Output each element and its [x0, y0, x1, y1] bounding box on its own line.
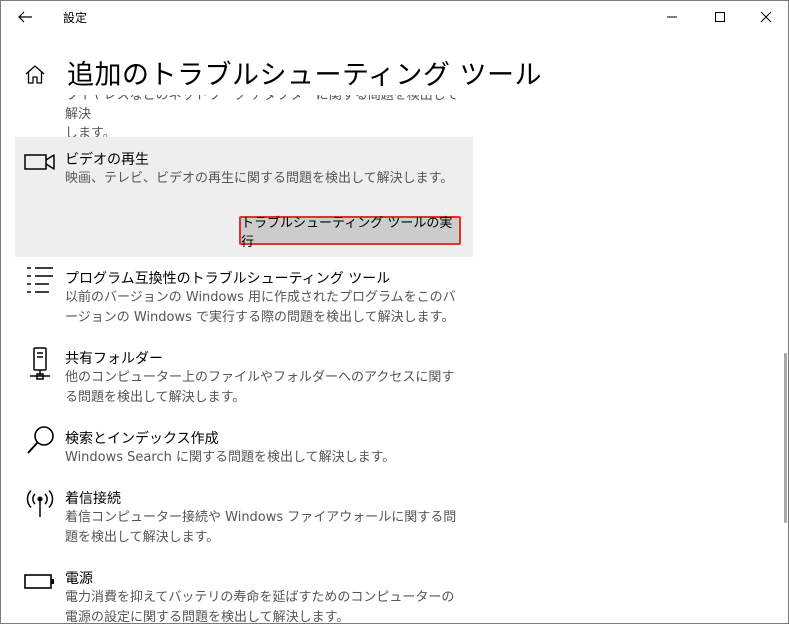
run-troubleshooter-button[interactable]: トラブルシューティング ツールの実行: [239, 216, 461, 250]
video-camera-icon: [23, 151, 57, 185]
back-button[interactable]: [9, 3, 41, 31]
minimize-button[interactable]: [649, 1, 695, 33]
back-arrow-icon: [18, 11, 32, 23]
list-item-desc: 他のコンピューター上のファイルやフォルダーへのアクセスに関する問題を検出して解決…: [65, 370, 455, 405]
list-item-title: 共有フォルダー: [65, 351, 163, 367]
title-bar: 設定: [1, 1, 788, 33]
list-item-search-indexing[interactable]: 検索とインデックス作成 Windows Search に関する問題を検出して解決…: [15, 425, 473, 473]
list-item-video-playback[interactable]: ビデオの再生 映画、テレビ、ビデオの再生に関する問題を検出して解決します。 トラ…: [15, 137, 473, 257]
list-item-desc: 以前のバージョンの Windows 用に作成されたプログラムをこのバージョンの …: [65, 290, 456, 325]
list-item-power[interactable]: 電源 電力消費を抑えてバッテリの寿命を延ばすためのコンピューターの電源の設定に関…: [15, 565, 473, 624]
troubleshooter-list: ワイヤレスなどのネットワーク アダプターに関する問題を検出して解決 します。 ビ…: [1, 95, 771, 624]
close-button[interactable]: [743, 1, 789, 33]
list-item-title: 着信接続: [65, 491, 121, 507]
scrollbar-thumb[interactable]: [784, 353, 787, 523]
minimize-icon: [667, 16, 677, 18]
maximize-icon: [715, 12, 725, 22]
network-drive-icon: [23, 347, 57, 381]
settings-window: 設定 追加のトラブルシューティング ツール ワイヤレスなどのネットワーク アダプ…: [0, 0, 789, 624]
close-icon: [760, 11, 772, 23]
list-item-title: 検索とインデックス作成: [65, 431, 219, 447]
antenna-icon: [23, 489, 57, 523]
home-icon: [25, 65, 45, 84]
list-item-desc: 映画、テレビ、ビデオの再生に関する問題を検出して解決します。: [65, 171, 454, 186]
list-item-title: 電源: [65, 571, 93, 587]
maximize-button[interactable]: [697, 1, 743, 33]
page-title: 追加のトラブルシューティング ツール: [67, 60, 542, 91]
list-item-title: プログラム互換性のトラブルシューティング ツール: [65, 271, 391, 287]
list-icon: [23, 265, 57, 299]
list-item-desc: Windows Search に関する問題を検出して解決します。: [65, 450, 396, 465]
list-item-desc: 着信コンピューター接続や Windows ファイアウォールに関する問題を検出して…: [65, 510, 457, 545]
home-button[interactable]: [23, 63, 47, 87]
list-item-desc: ワイヤレスなどのネットワーク アダプターに関する問題を検出して解決: [65, 95, 459, 122]
window-title: 設定: [63, 11, 88, 25]
list-item-desc: 電力消費を抑えてバッテリの寿命を延ばすためのコンピューターの電源の設定に関する問…: [65, 590, 455, 624]
list-item-program-compatibility[interactable]: プログラム互換性のトラブルシューティング ツール 以前のバージョンの Windo…: [15, 265, 473, 329]
battery-icon: [23, 573, 57, 607]
list-item-partial[interactable]: ワイヤレスなどのネットワーク アダプターに関する問題を検出して解決 します。: [65, 95, 465, 143]
search-icon: [23, 425, 57, 459]
list-item-title: ビデオの再生: [65, 152, 149, 168]
list-item-shared-folders[interactable]: 共有フォルダー 他のコンピューター上のファイルやフォルダーへのアクセスに関する問…: [15, 345, 473, 409]
list-item-incoming-connections[interactable]: 着信接続 着信コンピューター接続や Windows ファイアウォールに関する問題…: [15, 485, 473, 549]
